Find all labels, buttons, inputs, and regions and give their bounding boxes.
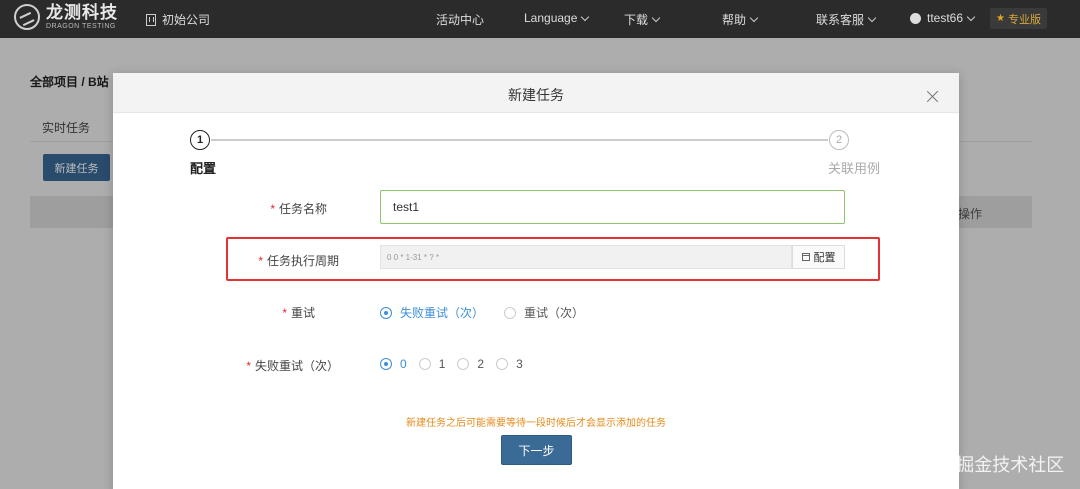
step-1-label: 配置 — [190, 161, 217, 176]
fail-retry-label: * 失败重试（次） — [246, 359, 339, 373]
retry-radio-group: 失败重试（次） 重试（次） — [380, 304, 604, 321]
dragon-logo-icon — [14, 4, 40, 30]
radio-unselected-icon — [496, 358, 509, 370]
chevron-down-icon — [867, 13, 877, 23]
nav-support-label: 联系客服 — [816, 13, 865, 27]
radio-selected-icon — [380, 306, 392, 319]
dialog-title: 新建任务 — [508, 87, 564, 103]
highlight-annotation-box — [226, 237, 880, 281]
pro-edition-badge[interactable]: ★ 专业版 — [990, 8, 1047, 29]
retry-option-retry[interactable]: 重试（次） — [504, 304, 584, 321]
company-switcher[interactable]: 初始公司 — [146, 11, 210, 28]
chevron-down-icon — [966, 12, 976, 21]
task-name-input[interactable] — [380, 190, 845, 224]
chevron-down-icon — [651, 13, 661, 23]
logo[interactable]: 龙测科技 DRAGON TESTING — [14, 4, 118, 30]
fail-retry-option-0[interactable]: 0 — [380, 357, 407, 371]
nav-help-label: 帮助 — [722, 13, 747, 27]
radio-label: 失败重试（次） — [400, 306, 485, 320]
radio-unselected-icon — [418, 358, 431, 370]
user-icon — [910, 12, 921, 24]
nav-support[interactable]: 联系客服 — [816, 11, 877, 28]
radio-selected-icon — [380, 358, 392, 370]
nav-activity-label: 活动中心 — [436, 13, 485, 27]
new-task-dialog: 新建任务 1 2 配置 关联用例 *任务名称 *任务执行周期 0 0 * 1-3… — [113, 73, 959, 489]
chevron-down-icon — [749, 13, 759, 23]
fail-retry-option-3[interactable]: 3 — [496, 357, 523, 371]
step-2-indicator: 2 — [829, 130, 849, 150]
retry-option-fail-retry[interactable]: 失败重试（次） — [380, 304, 484, 321]
logo-subtitle: DRAGON TESTING — [46, 23, 116, 30]
username: ttest66 — [927, 11, 964, 25]
radio-label: 0 — [400, 357, 407, 371]
step-1-indicator: 1 — [190, 130, 210, 150]
fail-retry-option-1[interactable]: 1 — [418, 357, 446, 371]
watermark: @稀土掘金技术社区 — [902, 455, 1065, 475]
dialog-header: 新建任务 — [113, 73, 959, 113]
nav-activity-center[interactable]: 活动中心 — [436, 11, 484, 28]
next-step-button[interactable]: 下一步 — [501, 435, 572, 465]
retry-label: * 重试 — [282, 306, 315, 320]
radio-label: 重试（次） — [524, 306, 585, 320]
star-icon: ★ — [996, 13, 1005, 24]
company-name: 初始公司 — [162, 13, 211, 27]
info-hint: 新建任务之后可能需要等待一段时候后才会显示添加的任务 — [406, 418, 666, 429]
logo-title: 龙测科技 — [46, 3, 118, 22]
nav-help[interactable]: 帮助 — [722, 11, 759, 28]
radio-unselected-icon — [504, 306, 517, 319]
nav-download[interactable]: 下载 — [624, 11, 661, 28]
radio-label: 2 — [477, 357, 485, 371]
radio-label: 1 — [438, 357, 446, 371]
top-nav-bar: 龙测科技 DRAGON TESTING 初始公司 活动中心 Language 下… — [0, 0, 1080, 38]
user-menu[interactable]: ttest66 — [910, 11, 976, 25]
task-name-label: * 任务名称 — [270, 202, 327, 216]
nav-language[interactable]: Language — [524, 11, 590, 25]
nav-language-label: Language — [524, 11, 578, 25]
close-icon[interactable] — [926, 90, 939, 103]
radio-unselected-icon — [457, 358, 470, 370]
step-2-label: 关联用例 — [828, 161, 881, 176]
nav-download-label: 下载 — [624, 13, 649, 27]
radio-label: 3 — [516, 357, 523, 371]
pro-badge-label: 专业版 — [1007, 13, 1041, 26]
fail-retry-option-2[interactable]: 2 — [457, 357, 484, 371]
chevron-down-icon — [581, 12, 590, 21]
steps-progress-line — [211, 139, 828, 141]
fail-retry-radio-group: 0 1 2 3 — [380, 357, 535, 371]
building-icon — [146, 13, 156, 26]
